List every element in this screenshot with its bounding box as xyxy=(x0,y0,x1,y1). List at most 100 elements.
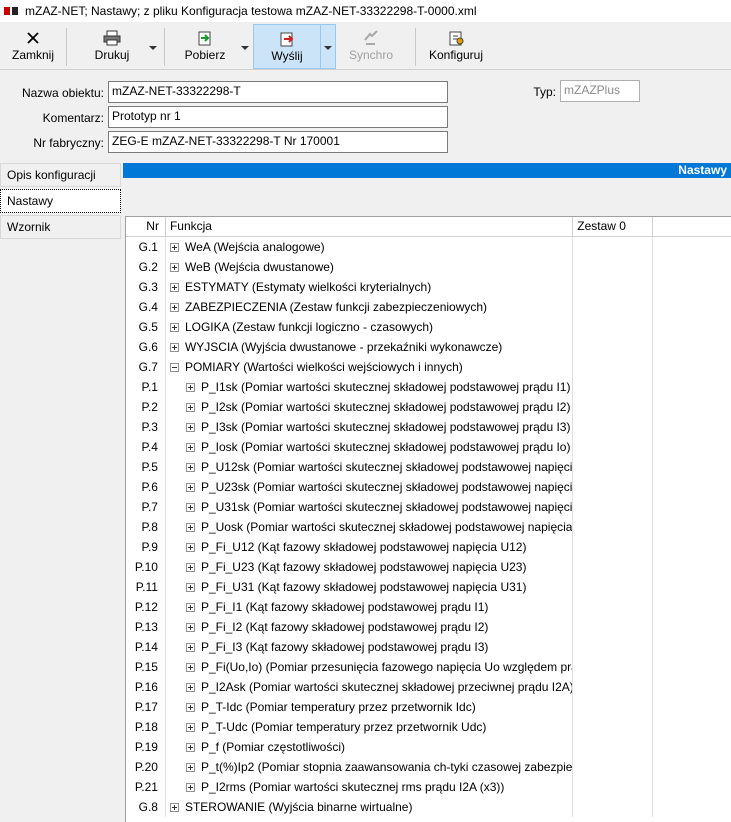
row-set-0-cell[interactable] xyxy=(573,457,654,477)
row-set-0-cell[interactable] xyxy=(573,497,654,517)
table-row[interactable]: G.7 POMIARY (Wartości wielkości wejściowy… xyxy=(126,357,731,377)
table-row[interactable]: P.13 P_Fi_I2 (Kąt fazowy składowej podsta… xyxy=(126,617,731,637)
row-set-0-cell[interactable] xyxy=(573,557,654,577)
nav-item-template[interactable]: Wzornik xyxy=(0,215,121,239)
expand-icon[interactable] xyxy=(169,322,179,332)
row-set-0-cell[interactable] xyxy=(573,537,654,557)
expand-icon[interactable] xyxy=(185,402,195,412)
row-set-0-cell[interactable] xyxy=(573,397,654,417)
row-set-0-cell[interactable] xyxy=(573,657,654,677)
table-row[interactable]: G.4 ZABEZPIECZENIA (Zestaw funkcji zabezp… xyxy=(126,297,731,317)
row-set-0-cell[interactable] xyxy=(573,257,654,277)
table-row[interactable]: G.3 ESTYMATY (Estymaty wielkości kryteria… xyxy=(126,277,731,297)
row-set-0-cell[interactable] xyxy=(573,417,654,437)
table-row[interactable]: P.10 P_Fi_U23 (Kąt fazowy składowej podst… xyxy=(126,557,731,577)
column-header-set-0[interactable]: Zestaw 0 xyxy=(573,217,654,237)
nav-item-description[interactable]: Opis konfiguracji xyxy=(0,163,121,187)
expand-icon[interactable] xyxy=(185,562,195,572)
table-row[interactable]: P.18 P_T-Udc (Pomiar temperatury przez pr… xyxy=(126,717,731,737)
expand-icon[interactable] xyxy=(169,302,179,312)
table-row[interactable]: P.2 P_I2sk (Pomiar wartości skutecznej sk… xyxy=(126,397,731,417)
expand-icon[interactable] xyxy=(185,682,195,692)
expand-icon[interactable] xyxy=(185,582,195,592)
expand-icon[interactable] xyxy=(169,802,179,812)
download-button[interactable]: Pobierz xyxy=(180,24,230,69)
expand-icon[interactable] xyxy=(185,542,195,552)
row-set-0-cell[interactable] xyxy=(573,797,654,817)
nav-item-settings[interactable]: Nastawy xyxy=(0,189,121,213)
expand-icon[interactable] xyxy=(185,462,195,472)
download-dropdown[interactable] xyxy=(237,24,253,69)
table-row[interactable]: P.11 P_Fi_U31 (Kąt fazowy składowej podst… xyxy=(126,577,731,597)
expand-icon[interactable] xyxy=(185,502,195,512)
expand-icon[interactable] xyxy=(185,762,195,772)
row-set-0-cell[interactable] xyxy=(573,757,654,777)
expand-icon[interactable] xyxy=(185,622,195,632)
table-row[interactable]: P.16 P_I2Ask (Pomiar wartości skutecznej … xyxy=(126,677,731,697)
expand-icon[interactable] xyxy=(185,442,195,452)
table-row[interactable]: P.7 P_U31sk (Pomiar wartości skutecznej s… xyxy=(126,497,731,517)
comment-field[interactable]: Prototyp nr 1 xyxy=(108,106,448,128)
row-set-0-cell[interactable] xyxy=(573,377,654,397)
expand-icon[interactable] xyxy=(185,422,195,432)
row-set-0-cell[interactable] xyxy=(573,737,654,757)
object-name-field[interactable]: mZAZ-NET-33322298-T xyxy=(108,81,448,103)
synchro-button[interactable]: Synchro xyxy=(345,24,397,69)
expand-icon[interactable] xyxy=(169,282,179,292)
column-header-nr[interactable]: Nr xyxy=(126,217,166,237)
send-dropdown[interactable] xyxy=(320,24,336,69)
table-row[interactable]: P.20 P_t(%)Ip2 (Pomiar stopnia zaawansowa… xyxy=(126,757,731,777)
row-set-0-cell[interactable] xyxy=(573,237,654,257)
table-row[interactable]: P.19 P_f (Pomiar częstotliwości) xyxy=(126,737,731,757)
row-set-0-cell[interactable] xyxy=(573,477,654,497)
row-set-0-cell[interactable] xyxy=(573,617,654,637)
expand-icon[interactable] xyxy=(185,522,195,532)
close-button[interactable]: Zamknij xyxy=(6,24,60,69)
row-set-0-cell[interactable] xyxy=(573,717,654,737)
table-row[interactable]: G.8 STEROWANIE (Wyjścia binarne wirtualne… xyxy=(126,797,731,817)
table-row[interactable]: P.17 P_T-Idc (Pomiar temperatury przez pr… xyxy=(126,697,731,717)
print-dropdown[interactable] xyxy=(145,24,161,69)
row-set-0-cell[interactable] xyxy=(573,697,654,717)
expand-icon[interactable] xyxy=(185,702,195,712)
row-set-0-cell[interactable] xyxy=(573,337,654,357)
row-set-0-cell[interactable] xyxy=(573,677,654,697)
expand-icon[interactable] xyxy=(185,662,195,672)
table-row[interactable]: P.14 P_Fi_I3 (Kąt fazowy składowej podsta… xyxy=(126,637,731,657)
table-row[interactable]: P.6 P_U23sk (Pomiar wartości skutecznej s… xyxy=(126,477,731,497)
table-row[interactable]: P.5 P_U12sk (Pomiar wartości skutecznej s… xyxy=(126,457,731,477)
print-button[interactable]: Drukuj xyxy=(88,24,136,69)
row-set-0-cell[interactable] xyxy=(573,357,654,377)
row-set-0-cell[interactable] xyxy=(573,637,654,657)
row-set-0-cell[interactable] xyxy=(573,297,654,317)
table-row[interactable]: P.1 P_I1sk (Pomiar wartości skutecznej sk… xyxy=(126,377,731,397)
row-set-0-cell[interactable] xyxy=(573,577,654,597)
configure-button[interactable]: Konfiguruj xyxy=(424,24,488,69)
row-set-0-cell[interactable] xyxy=(573,777,654,797)
table-row[interactable]: P.4 P_Iosk (Pomiar wartości skutecznej sk… xyxy=(126,437,731,457)
expand-icon[interactable] xyxy=(185,782,195,792)
expand-icon[interactable] xyxy=(185,382,195,392)
send-button[interactable]: Wyślij xyxy=(253,24,321,69)
table-row[interactable]: P.21 P_I2rms (Pomiar wartości skutecznej … xyxy=(126,777,731,797)
column-header-function[interactable]: Funkcja xyxy=(166,217,574,237)
row-set-0-cell[interactable] xyxy=(573,317,654,337)
table-row[interactable]: G.6 WYJSCIA (Wyjścia dwustanowe - przekaź… xyxy=(126,337,731,357)
row-set-0-cell[interactable] xyxy=(573,517,654,537)
table-row[interactable]: P.12 P_Fi_I1 (Kąt fazowy składowej podsta… xyxy=(126,597,731,617)
expand-icon[interactable] xyxy=(185,722,195,732)
expand-icon[interactable] xyxy=(169,342,179,352)
expand-icon[interactable] xyxy=(185,742,195,752)
expand-icon[interactable] xyxy=(185,482,195,492)
row-set-0-cell[interactable] xyxy=(573,437,654,457)
collapse-icon[interactable] xyxy=(169,362,179,372)
table-row[interactable]: G.2 WeB (Wejścia dwustanowe) xyxy=(126,257,731,277)
table-row[interactable]: G.1 WeA (Wejścia analogowe) xyxy=(126,237,731,257)
expand-icon[interactable] xyxy=(185,642,195,652)
expand-icon[interactable] xyxy=(169,242,179,252)
table-row[interactable]: P.15 P_Fi(Uo,Io) (Pomiar przesunięcia faz… xyxy=(126,657,731,677)
table-row[interactable]: P.8 P_Uosk (Pomiar wartości skutecznej sk… xyxy=(126,517,731,537)
table-row[interactable]: G.5 LOGIKA (Zestaw funkcji logiczno - cza… xyxy=(126,317,731,337)
table-row[interactable]: P.9 P_Fi_U12 (Kąt fazowy składowej podsta… xyxy=(126,537,731,557)
table-row[interactable]: P.3 P_I3sk (Pomiar wartości skutecznej sk… xyxy=(126,417,731,437)
